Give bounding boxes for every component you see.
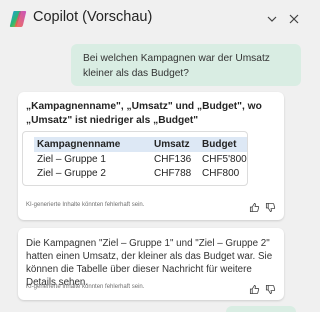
thumbs-down-icon[interactable]: [265, 200, 276, 213]
table-cell: CHF800: [202, 167, 240, 179]
table-cell: CHF136: [154, 153, 192, 165]
panel-title: Copilot (Vorschau): [33, 9, 153, 25]
table-header-umsatz: Umsatz: [154, 139, 190, 150]
result-table: Kampagnenname Umsatz Budget Ziel – Grupp…: [34, 137, 247, 180]
ai-disclaimer: KI-generierte Inhalte könnten fehlerhaft…: [26, 284, 145, 290]
thumbs-up-icon[interactable]: [249, 282, 260, 295]
ai-disclaimer: KI-generierte Inhalte könnten fehlerhaft…: [26, 202, 145, 208]
table-header-row: Kampagnenname Umsatz Budget: [34, 137, 247, 152]
answer-text: Die Kampagnen "Ziel – Gruppe 1" und "Zie…: [26, 238, 273, 288]
copilot-logo-icon: [8, 9, 28, 29]
close-icon[interactable]: [286, 11, 302, 27]
table-cell: Ziel – Gruppe 2: [37, 167, 106, 179]
user-message-bubble: Bei welchen Kampagnen war der Umsatz kle…: [71, 44, 301, 86]
table-header-kampagnenname: Kampagnenname: [37, 139, 121, 150]
table-row: Ziel – Gruppe 2 CHF788 CHF800: [34, 166, 247, 180]
user-message-text: Bei welchen Kampagnen war der Umsatz kle…: [83, 53, 270, 79]
response-heading: „Kampagnenname", „Umsatz" und „Budget", …: [26, 101, 262, 126]
header-bar: Copilot (Vorschau): [0, 0, 306, 38]
table-cell: Ziel – Gruppe 1: [37, 153, 106, 165]
chevron-down-icon[interactable]: [264, 11, 280, 27]
thumbs-up-icon[interactable]: [249, 200, 260, 213]
table-cell: CHF5'800: [202, 153, 247, 165]
thumbs-down-icon[interactable]: [265, 282, 276, 295]
table-cell: CHF788: [154, 167, 192, 179]
table-header-budget: Budget: [202, 139, 237, 150]
next-user-message-bubble: [226, 306, 296, 312]
table-row: Ziel – Gruppe 1 CHF136 CHF5'800: [34, 152, 247, 166]
